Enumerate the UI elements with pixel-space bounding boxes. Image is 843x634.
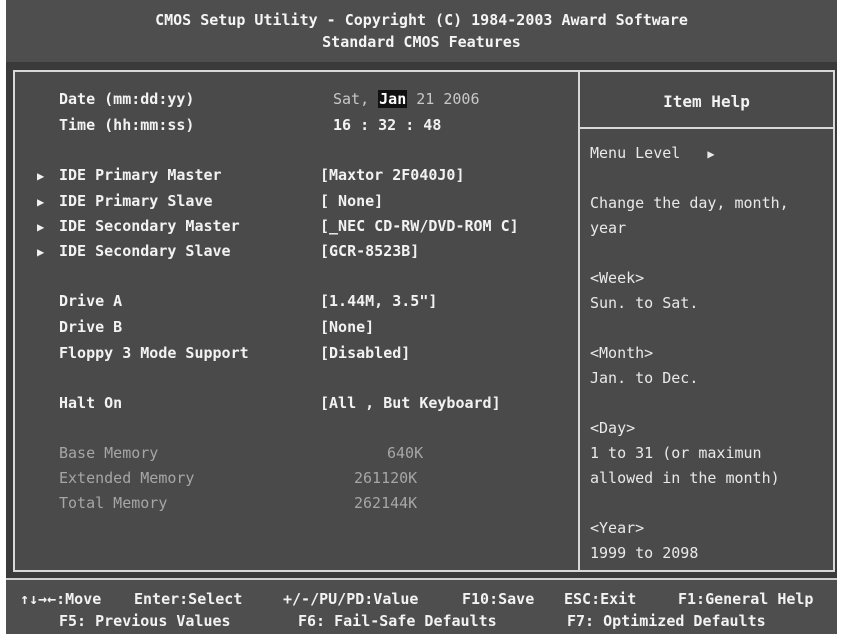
submenu-arrow-icon: ▶ — [37, 245, 45, 259]
time-label: Time (hh:mm:ss) — [59, 116, 195, 134]
save-key: F10:Save — [462, 590, 535, 608]
help-line: Change the day, month, — [590, 194, 789, 212]
help-line: Jan. to Dec. — [590, 369, 699, 387]
help-menu-level: Menu Level ▶ — [590, 144, 715, 162]
ide-secondary-master-value: [_NEC CD-RW/DVD-ROM C] — [320, 217, 519, 235]
help-line: year — [590, 219, 627, 237]
ide-primary-master-label[interactable]: IDE Primary Master — [59, 166, 222, 184]
ide-primary-master-value: [Maxtor 2F040J0] — [320, 166, 465, 184]
help-line: allowed in the month) — [590, 469, 780, 487]
help-line: Sun. to Sat. — [590, 294, 699, 312]
enter-key: Enter:Select — [134, 590, 243, 608]
bios-header: CMOS Setup Utility - Copyright (C) 1984-… — [6, 0, 837, 62]
drive-b-label: Drive B — [59, 318, 123, 336]
submenu-arrow-icon: ▶ — [37, 220, 45, 234]
help-line: <Day> — [590, 419, 636, 437]
optimized-defaults-key: F7: Optimized Defaults — [567, 612, 766, 630]
total-memory-label: Total Memory — [59, 494, 168, 512]
halt-on-label: Halt On — [59, 394, 123, 412]
drive-a-label: Drive A — [59, 292, 123, 310]
menu-level-text: Menu Level — [590, 144, 681, 162]
previous-values-key: F5: Previous Values — [59, 612, 231, 630]
date-weekday: Sat, — [333, 90, 379, 108]
panel-divider — [578, 72, 580, 570]
help-line: <Week> — [590, 269, 645, 287]
submenu-arrow-icon: ▶ — [37, 195, 45, 209]
value-key: +/-/PU/PD:Value — [283, 590, 419, 608]
extended-memory-label: Extended Memory — [59, 469, 195, 487]
help-line: 1999 to 2098 — [590, 544, 699, 562]
drive-b-value[interactable]: [None] — [320, 318, 374, 336]
ide-secondary-slave-label[interactable]: IDE Secondary Slave — [59, 242, 231, 260]
ide-primary-slave-label[interactable]: IDE Primary Slave — [59, 192, 213, 210]
extended-memory-value: 261120K — [354, 469, 418, 487]
item-help-title: Item Help — [663, 92, 750, 111]
time-value[interactable]: 16 : 32 : 48 — [333, 116, 441, 134]
help-line: <Month> — [590, 344, 654, 362]
date-value[interactable]: Sat, Jan 21 2006 — [333, 90, 480, 108]
header-copyright: CMOS Setup Utility - Copyright (C) 1984-… — [155, 11, 688, 29]
floppy-3-mode-label: Floppy 3 Mode Support — [59, 344, 249, 362]
help-line: 1 to 31 (or maximun — [590, 444, 762, 462]
ide-secondary-slave-value: [GCR-8523B] — [320, 242, 420, 260]
ide-secondary-master-label[interactable]: IDE Secondary Master — [59, 217, 240, 235]
ide-primary-slave-value: [ None] — [320, 192, 384, 210]
fail-safe-defaults-key: F6: Fail-Safe Defaults — [298, 612, 497, 630]
floppy-3-mode-value[interactable]: [Disabled] — [320, 344, 410, 362]
bios-screen: CMOS Setup Utility - Copyright (C) 1984-… — [6, 0, 837, 634]
help-divider — [580, 127, 833, 129]
settings-panel: Date (mm:dd:yy) Sat, Jan 21 2006 Time (h… — [13, 70, 835, 572]
move-key: ↑↓→←:Move — [20, 590, 102, 608]
drive-a-value[interactable]: [1.44M, 3.5"] — [320, 292, 437, 310]
total-memory-value: 262144K — [354, 494, 418, 512]
base-memory-label: Base Memory — [59, 444, 159, 462]
date-label: Date (mm:dd:yy) — [59, 90, 195, 108]
help-line: <Year> — [590, 519, 645, 537]
date-day-year[interactable]: 21 2006 — [407, 90, 479, 108]
exit-key: ESC:Exit — [564, 590, 637, 608]
halt-on-value[interactable]: [All , But Keyboard] — [320, 394, 501, 412]
key-legend: ↑↓→←:Move Enter:Select +/-/PU/PD:Value F… — [6, 578, 837, 634]
menu-level-arrow-icon: ▶ — [707, 147, 715, 161]
general-help-key: F1:General Help — [678, 590, 814, 608]
base-memory-value: 640K — [387, 444, 424, 462]
submenu-arrow-icon: ▶ — [37, 169, 45, 183]
page-title: Standard CMOS Features — [322, 33, 521, 51]
date-month-selected[interactable]: Jan — [378, 90, 408, 108]
